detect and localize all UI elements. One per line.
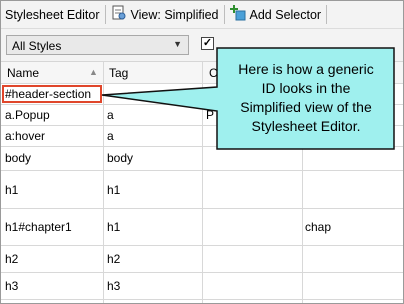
stylesheet-editor-window: Stylesheet Editor View: Simplified Add S… (0, 0, 404, 304)
callout-line: Here is how a generic (238, 61, 374, 77)
callout-line: Simplified view of the (240, 99, 372, 115)
callout-line: Stylesheet Editor. (251, 118, 361, 134)
callout-annotation: Here is how a generic ID looks in the Si… (221, 60, 391, 136)
callout-shape (101, 47, 395, 150)
callout-line: ID looks in the (261, 80, 351, 96)
